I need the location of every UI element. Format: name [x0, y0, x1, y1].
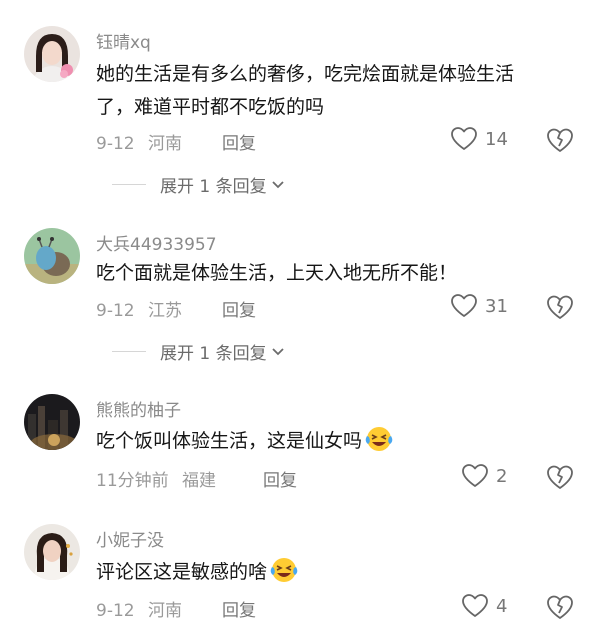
- like-button[interactable]: 14: [451, 127, 508, 151]
- comment-time: 9-12: [96, 601, 135, 621]
- reply-button[interactable]: 回复: [222, 296, 256, 321]
- divider: [112, 184, 146, 185]
- chevron-down-icon: [271, 347, 284, 355]
- laughing-crying-emoji-icon: [270, 558, 298, 582]
- username[interactable]: 熊熊的柚子: [96, 396, 181, 421]
- laughing-crying-emoji-icon: [365, 427, 393, 451]
- comment-time: 11分钟前: [96, 471, 169, 491]
- broken-heart-icon[interactable]: [546, 127, 574, 153]
- comment-text: 吃个面就是体验生活，上天入地无所不能！: [96, 257, 566, 290]
- comment-text-line: 吃个饭叫体验生活，这是仙女吗: [96, 430, 363, 452]
- comment-meta: 9-12 河南: [96, 129, 182, 154]
- comment-meta: 9-12 江苏: [96, 296, 182, 321]
- cartoon-snail-avatar-icon: [24, 228, 80, 284]
- like-button[interactable]: 2: [462, 464, 507, 488]
- comment-text-line: 吃个面就是体验生活，上天入地无所不能！: [96, 262, 458, 284]
- divider: [112, 351, 146, 352]
- avatar[interactable]: [24, 394, 80, 450]
- broken-heart-icon[interactable]: [546, 594, 574, 620]
- username[interactable]: 钰晴xq: [96, 28, 151, 53]
- comment-meta: 11分钟前 福建: [96, 466, 216, 491]
- comment-location: 福建: [182, 471, 217, 491]
- chevron-down-icon: [271, 180, 284, 188]
- avatar[interactable]: [24, 524, 80, 580]
- broken-heart-icon[interactable]: [546, 294, 574, 320]
- girl-portrait-avatar-icon: [24, 524, 80, 580]
- expand-replies-label: 展开 1 条回复: [160, 177, 267, 197]
- comment-text-line: 评论区这是敏感的啥: [96, 561, 268, 583]
- comment-time: 9-12: [96, 134, 135, 154]
- expand-replies-label: 展开 1 条回复: [160, 344, 267, 364]
- like-count: 2: [496, 465, 508, 487]
- comment-location: 江苏: [148, 301, 182, 321]
- like-count: 4: [496, 595, 508, 617]
- heart-icon: [462, 464, 488, 487]
- avatar[interactable]: [24, 228, 80, 284]
- reply-button[interactable]: 回复: [222, 596, 256, 621]
- comment-meta: 9-12 河南: [96, 596, 182, 621]
- like-button[interactable]: 4: [462, 594, 507, 618]
- comment-text: 吃个饭叫体验生活，这是仙女吗: [96, 424, 566, 458]
- comment-text: 评论区这是敏感的啥: [96, 555, 566, 589]
- like-count: 31: [485, 295, 508, 317]
- comment-text: 她的生活是有多么的奢侈，吃完烩面就是体验生活 了，难道平时都不吃饭的吗: [96, 58, 566, 124]
- like-count: 14: [485, 128, 508, 150]
- comment-location: 河南: [148, 601, 182, 621]
- heart-icon: [462, 594, 488, 617]
- city-night-avatar-icon: [24, 394, 80, 450]
- expand-replies-button[interactable]: 展开 1 条回复: [112, 172, 285, 197]
- expand-replies-button[interactable]: 展开 1 条回复: [112, 339, 285, 364]
- like-button[interactable]: 31: [451, 294, 508, 318]
- comment-text-line: 她的生活是有多么的奢侈，吃完烩面就是体验生活: [96, 63, 515, 85]
- username[interactable]: 小妮子没: [96, 526, 164, 551]
- broken-heart-icon[interactable]: [546, 464, 574, 490]
- comment-time: 9-12: [96, 301, 135, 321]
- username[interactable]: 大兵44933957: [96, 230, 217, 255]
- heart-icon: [451, 127, 477, 150]
- comment-text-line: 了，难道平时都不吃饭的吗: [96, 96, 325, 118]
- heart-icon: [451, 294, 477, 317]
- woman-portrait-avatar-icon: [24, 26, 80, 82]
- comment-location: 河南: [148, 134, 182, 154]
- reply-button[interactable]: 回复: [263, 466, 297, 491]
- reply-button[interactable]: 回复: [222, 129, 256, 154]
- avatar[interactable]: [24, 26, 80, 82]
